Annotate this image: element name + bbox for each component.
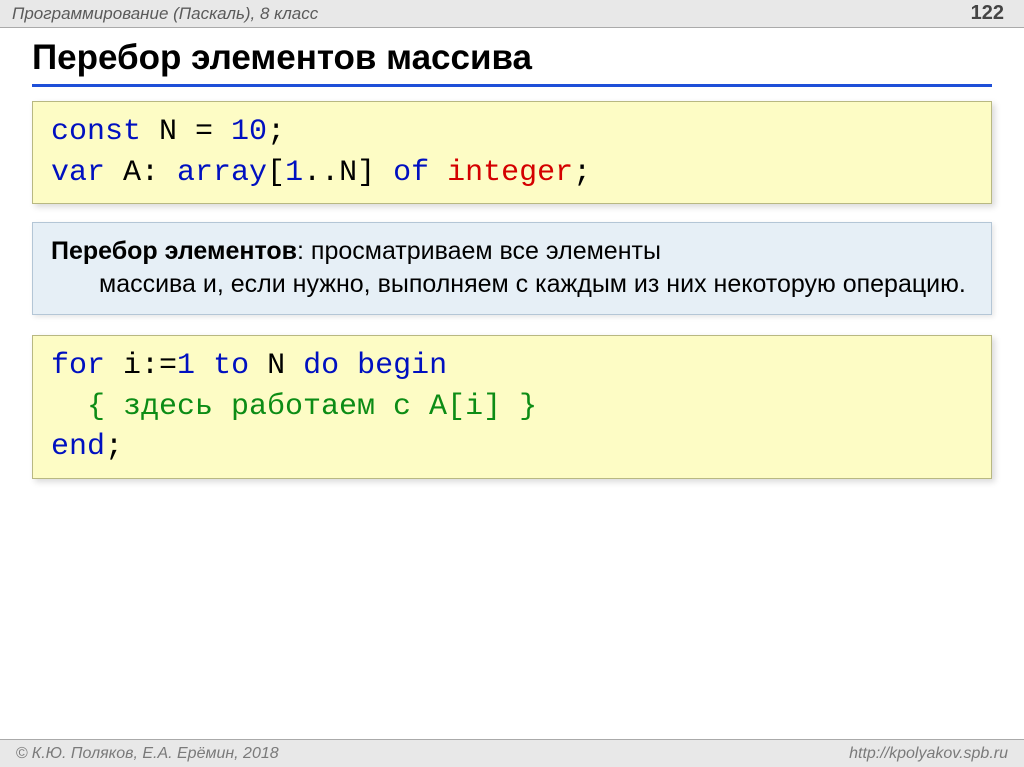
slide: Программирование (Паскаль), 8 класс 122 … <box>0 0 1024 767</box>
code-line: { здесь работаем с A[i] } <box>51 387 973 428</box>
code-line: for i:=1 to N do begin <box>51 346 973 387</box>
code-declaration: const N = 10; var A: array[1..N] of inte… <box>32 101 992 204</box>
footer-bar: ©К.Ю. Поляков, Е.А. Ерёмин, 2018 http://… <box>0 739 1024 767</box>
code-text: ; <box>105 430 123 464</box>
kw-integer: integer <box>447 156 573 190</box>
code-text: N <box>141 115 177 149</box>
num-literal: 1 <box>285 156 303 190</box>
num-literal: 10 <box>231 115 267 149</box>
kw-for: for <box>51 349 105 383</box>
copyright-icon: © <box>16 745 28 762</box>
code-text: ; <box>267 115 285 149</box>
kw-of: of <box>393 156 429 190</box>
code-line: end; <box>51 427 973 468</box>
code-text <box>339 349 357 383</box>
title-area: Перебор элементов массива <box>0 28 1024 87</box>
copyright: ©К.Ю. Поляков, Е.А. Ерёмин, 2018 <box>16 745 279 763</box>
kw-do: do <box>303 349 339 383</box>
kw-var: var <box>51 156 105 190</box>
slide-title: Перебор элементов массива <box>32 38 992 87</box>
definition-text: : просматриваем все элементы <box>297 237 661 265</box>
content: const N = 10; var A: array[1..N] of inte… <box>0 101 1024 479</box>
footer-url: http://kpolyakov.spb.ru <box>849 745 1008 763</box>
num-literal: 1 <box>177 349 195 383</box>
code-text: ..N] <box>303 156 393 190</box>
code-text: A: <box>105 156 177 190</box>
course-label: Программирование (Паскаль), 8 класс <box>12 4 318 24</box>
header-bar: Программирование (Паскаль), 8 класс 122 <box>0 0 1024 28</box>
code-text <box>195 349 213 383</box>
code-line: const N = 10; <box>51 112 973 153</box>
kw-to: to <box>213 349 249 383</box>
kw-array: array <box>177 156 267 190</box>
code-line: var A: array[1..N] of integer; <box>51 153 973 194</box>
code-loop: for i:=1 to N do begin { здесь работаем … <box>32 335 992 479</box>
code-text <box>429 156 447 190</box>
code-text: [ <box>267 156 285 190</box>
code-text: = <box>177 115 231 149</box>
definition-box: Перебор элементов: просматриваем все эле… <box>32 222 992 315</box>
code-text: N <box>249 349 303 383</box>
kw-end: end <box>51 430 105 464</box>
code-text: ; <box>573 156 591 190</box>
definition-text-cont: массива и, если нужно, выполняем с кажды… <box>51 268 973 301</box>
code-comment: { здесь работаем с A[i] } <box>51 390 537 424</box>
definition-term: Перебор элементов <box>51 237 297 265</box>
copyright-text: К.Ю. Поляков, Е.А. Ерёмин, 2018 <box>32 745 279 762</box>
code-text: i:= <box>105 349 177 383</box>
kw-const: const <box>51 115 141 149</box>
kw-begin: begin <box>357 349 447 383</box>
page-number: 122 <box>971 2 1004 25</box>
